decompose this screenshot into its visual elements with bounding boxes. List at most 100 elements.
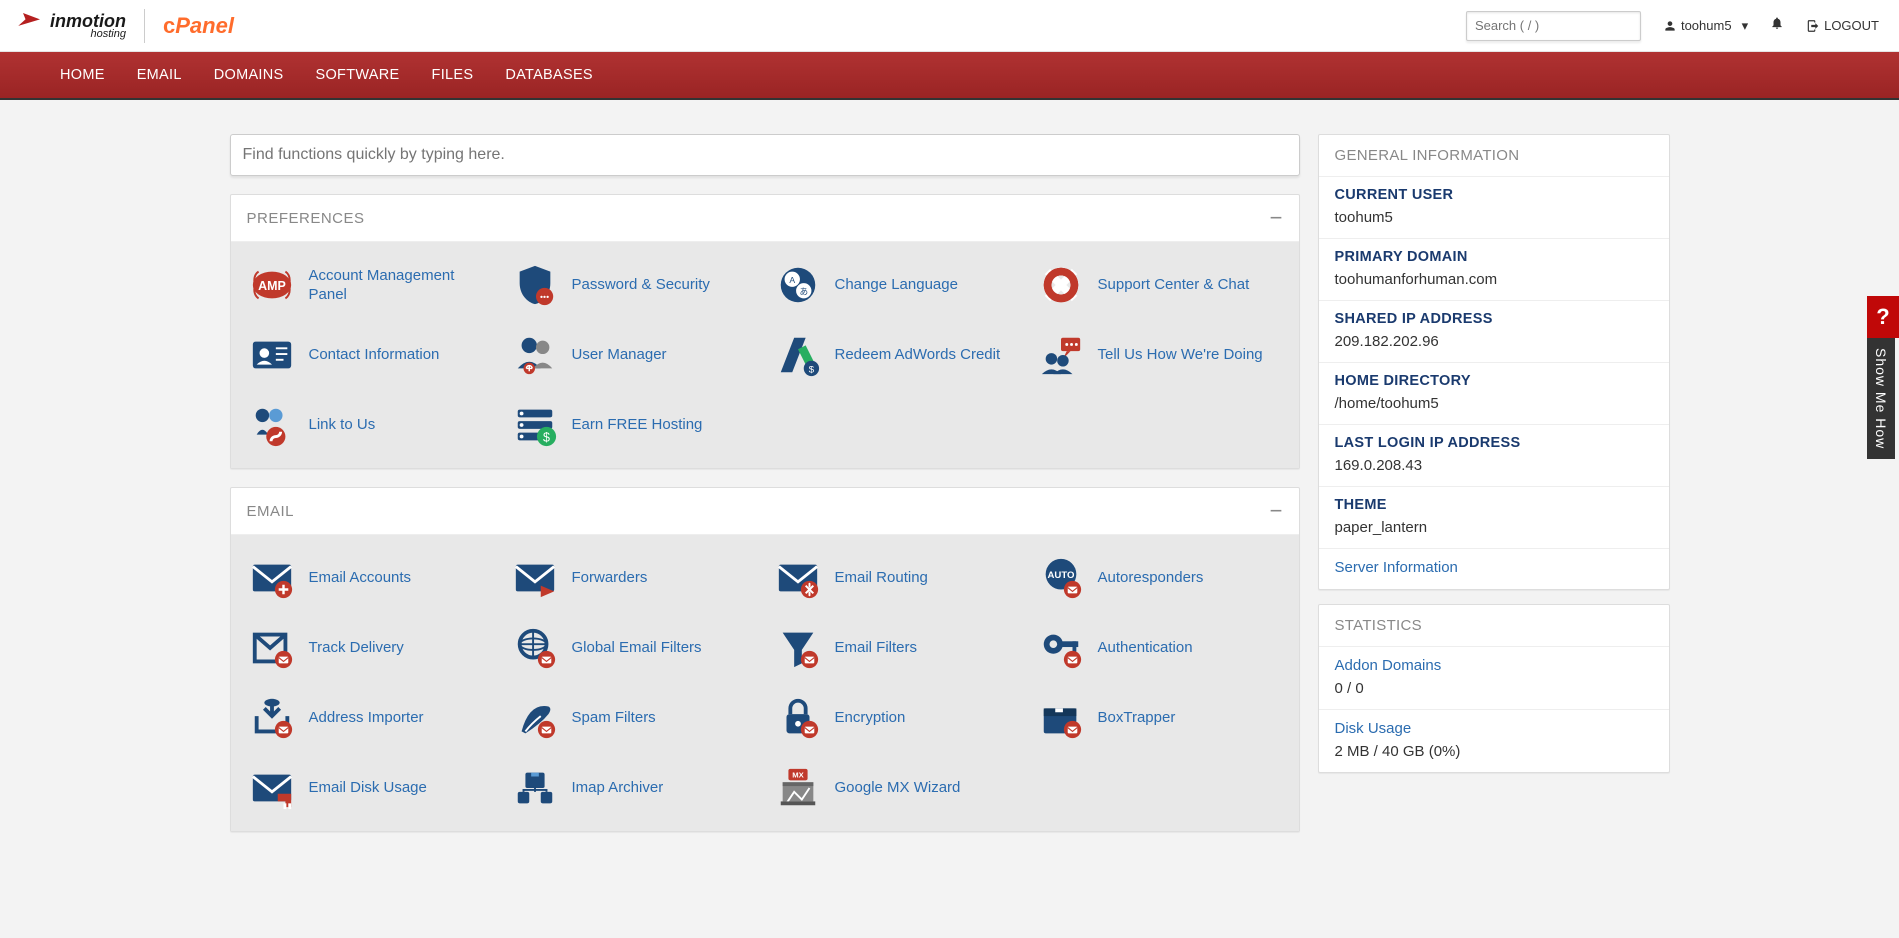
info-key: SHARED IP ADDRESS	[1335, 311, 1653, 327]
email-header[interactable]: EMAIL −	[231, 488, 1299, 535]
email-item[interactable]: BoxTrapper	[1032, 685, 1287, 751]
email-item[interactable]: Spam Filters	[506, 685, 761, 751]
preferences-item[interactable]: •••Password & Security	[506, 252, 761, 318]
app-label: Spam Filters	[572, 708, 656, 728]
email-item[interactable]: MXGoogle MX Wizard	[769, 755, 1024, 821]
logout-link[interactable]: LOGOUT	[1806, 18, 1879, 33]
info-key: PRIMARY DOMAIN	[1335, 249, 1653, 265]
statistics-title: STATISTICS	[1319, 605, 1669, 646]
info-key: LAST LOGIN IP ADDRESS	[1335, 435, 1653, 451]
stat-row: Addon Domains0 / 0	[1319, 646, 1669, 709]
info-value: toohumanforhuman.com	[1335, 271, 1653, 288]
filter-icon	[773, 623, 823, 673]
nav-files[interactable]: FILES	[432, 67, 474, 83]
preferences-panel: PREFERENCES − AMP Account Management Pane…	[230, 194, 1300, 469]
cpanel-logo[interactable]: cPanel	[163, 13, 234, 39]
contact-icon	[247, 330, 297, 380]
main-container: PREFERENCES − AMP Account Management Pane…	[170, 100, 1730, 870]
email-item[interactable]: Email Disk Usage	[243, 755, 498, 821]
preferences-item[interactable]: User Manager	[506, 322, 761, 388]
disk-usage-icon	[247, 763, 297, 813]
top-right: toohum5 ▾ LOGOUT	[1466, 11, 1879, 41]
nav-domains[interactable]: DOMAINS	[214, 67, 284, 83]
user-icon	[1663, 19, 1677, 33]
app-label: BoxTrapper	[1098, 708, 1176, 728]
track-icon	[247, 623, 297, 673]
preferences-item[interactable]: Support Center & Chat	[1032, 252, 1287, 318]
feedback-icon	[1036, 330, 1086, 380]
email-item[interactable]: Track Delivery	[243, 615, 498, 681]
svg-text:AMP: AMP	[258, 279, 286, 293]
app-label: Earn FREE Hosting	[572, 415, 703, 435]
preferences-item[interactable]: Contact Information	[243, 322, 498, 388]
info-value: /home/toohum5	[1335, 395, 1653, 412]
email-item[interactable]: Global Email Filters	[506, 615, 761, 681]
stat-label-link[interactable]: Addon Domains	[1335, 657, 1653, 674]
username-label: toohum5	[1681, 18, 1732, 33]
app-label: Password & Security	[572, 275, 710, 295]
info-row: CURRENT USERtoohum5	[1319, 176, 1669, 238]
spam-icon	[510, 693, 560, 743]
preferences-item[interactable]: $ Earn FREE Hosting	[506, 392, 761, 458]
auth-icon	[1036, 623, 1086, 673]
preferences-item[interactable]: AあChange Language	[769, 252, 1024, 318]
minus-icon: −	[1270, 500, 1283, 522]
language-icon: Aあ	[773, 260, 823, 310]
svg-text:MX: MX	[792, 770, 804, 779]
info-row: PRIMARY DOMAIN toohumanforhuman.com	[1319, 238, 1669, 300]
caret-down-icon: ▾	[1742, 18, 1749, 34]
email-item[interactable]: Imap Archiver	[506, 755, 761, 821]
email-item[interactable]: Email Routing	[769, 545, 1024, 611]
app-label: Autoresponders	[1098, 568, 1204, 588]
search-input[interactable]	[1466, 11, 1641, 41]
preferences-item[interactable]: Tell Us How We're Doing	[1032, 322, 1287, 388]
app-label: Account Management Panel	[309, 266, 494, 305]
info-key: HOME DIRECTORY	[1335, 373, 1653, 389]
users-icon	[510, 330, 560, 380]
global-filter-icon	[510, 623, 560, 673]
archive-icon	[510, 763, 560, 813]
stat-label-link[interactable]: Disk Usage	[1335, 720, 1653, 737]
bell-icon[interactable]	[1770, 16, 1784, 35]
email-item[interactable]: Forwarders	[506, 545, 761, 611]
nav-databases[interactable]: DATABASES	[505, 67, 593, 83]
earn-icon: $	[510, 400, 560, 450]
app-label: Track Delivery	[309, 638, 404, 658]
help-tab: ? Show Me How	[1867, 296, 1899, 459]
left-column: PREFERENCES − AMP Account Management Pane…	[230, 134, 1300, 850]
email-item[interactable]: AUTO Autoresponders	[1032, 545, 1287, 611]
email-item[interactable]: Address Importer	[243, 685, 498, 751]
statistics-panel: STATISTICS Addon Domains0 / 0Disk Usage2…	[1318, 604, 1670, 773]
app-label: Imap Archiver	[572, 778, 664, 798]
general-info-title: GENERAL INFORMATION	[1319, 135, 1669, 176]
preferences-header[interactable]: PREFERENCES −	[231, 195, 1299, 242]
email-route-icon	[773, 553, 823, 603]
nav-software[interactable]: SOFTWARE	[316, 67, 400, 83]
server-information-link[interactable]: Server Information	[1335, 559, 1458, 576]
email-add-icon	[247, 553, 297, 603]
email-title: EMAIL	[247, 503, 295, 520]
preferences-item[interactable]: $Redeem AdWords Credit	[769, 322, 1024, 388]
svg-text:A: A	[789, 275, 795, 285]
email-item[interactable]: Email Accounts	[243, 545, 498, 611]
server-info-row: Server Information	[1319, 548, 1669, 589]
preferences-item[interactable]: AMP Account Management Panel	[243, 252, 498, 318]
nav-home[interactable]: HOME	[60, 67, 105, 83]
user-menu[interactable]: toohum5 ▾	[1663, 18, 1748, 34]
info-key: CURRENT USER	[1335, 187, 1653, 203]
info-row: THEMEpaper_lantern	[1319, 486, 1669, 548]
mx-icon: MX	[773, 763, 823, 813]
import-icon	[247, 693, 297, 743]
preferences-item[interactable]: Link to Us	[243, 392, 498, 458]
function-search-input[interactable]	[230, 134, 1300, 176]
email-item[interactable]: Email Filters	[769, 615, 1024, 681]
logout-icon	[1806, 19, 1820, 33]
inmotion-logo[interactable]: inmotion hosting	[20, 11, 126, 40]
show-me-how-button[interactable]: Show Me How	[1867, 338, 1895, 459]
email-item[interactable]: Authentication	[1032, 615, 1287, 681]
email-item[interactable]: Encryption	[769, 685, 1024, 751]
auto-icon: AUTO	[1036, 553, 1086, 603]
info-key: THEME	[1335, 497, 1653, 513]
nav-email[interactable]: EMAIL	[137, 67, 182, 83]
help-question-button[interactable]: ?	[1867, 296, 1899, 338]
